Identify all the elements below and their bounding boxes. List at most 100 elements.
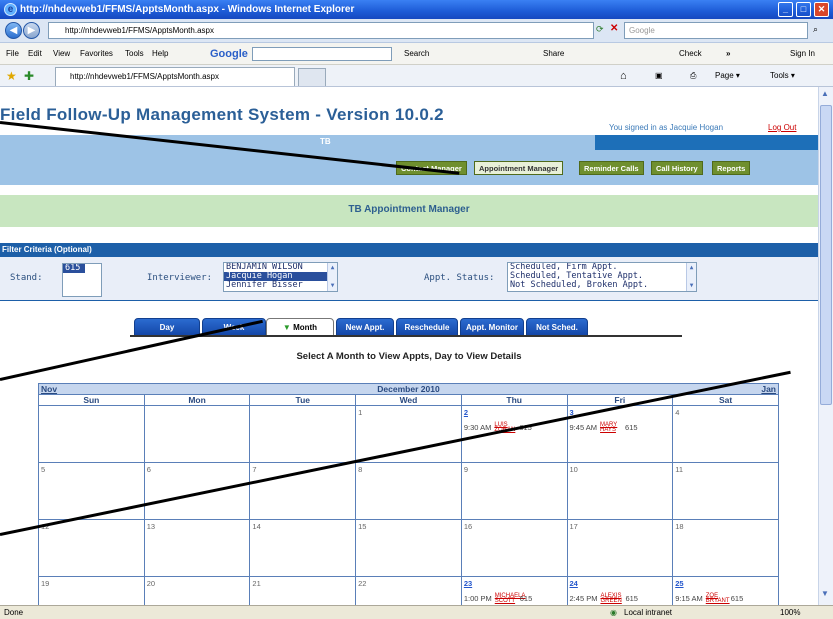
status-text: Done [4,608,24,617]
stand-option[interactable]: 615 [63,264,85,273]
appointment-entry[interactable]: 9:45 AM MARY HAYS 615 [570,422,671,433]
page-menu[interactable]: Page ▾ [715,65,740,87]
prev-month-link[interactable]: Nov [41,384,57,394]
tab-appt-monitor[interactable]: Appt. Monitor [460,318,524,336]
interviewer-scrollbar[interactable]: ▲ ▼ [327,263,337,291]
day-link[interactable]: 25 [675,579,776,588]
scroll-down-icon[interactable]: ▼ [821,589,829,598]
day-link[interactable]: 24 [570,579,671,588]
calendar-day-cell[interactable]: 10 [566,462,674,520]
calendar-day-cell[interactable]: 15 [355,519,462,577]
calendar-day-cell[interactable]: 16 [460,519,568,577]
calendar-day-cell[interactable]: 18 [672,519,779,577]
calendar-day-cell[interactable]: 19 [38,576,145,605]
calendar-day-cell[interactable]: 12 [38,519,145,577]
day-link[interactable]: 23 [464,579,565,588]
scrollbar-thumb[interactable] [820,105,832,405]
stop-icon[interactable]: ✕ [610,23,618,34]
next-month-link[interactable]: Jan [761,384,776,394]
client-name-link[interactable]: ZOE BRYANT [706,593,730,604]
logout-link[interactable]: Log Out [768,123,796,132]
appointment-entry[interactable]: 1:00 PM MICHAELA SCOTT 615 [463,593,565,604]
status-scrollbar[interactable]: ▲ ▼ [686,263,696,291]
status-option[interactable]: Not Scheduled, Broken Appt. [510,281,696,290]
tab-reschedule[interactable]: Reschedule [396,318,458,336]
calendar-day-cell[interactable]: 6 [143,462,251,520]
tab-new-appt[interactable]: New Appt. [336,318,394,336]
calendar-day-cell[interactable]: 20 [143,576,251,605]
refresh-icon[interactable]: ⟳ [596,24,604,35]
signed-in-text: You signed in as Jacquie Hogan [609,123,724,132]
calendar-day-cell[interactable]: 242:45 PMALEXIS GREEN6153:30 PMADRIANA61… [566,576,674,605]
day-number: 1 [358,408,363,417]
new-tab-button[interactable] [298,68,326,86]
tab-day[interactable]: Day [134,318,200,336]
appointment-time: 1:00 PM [463,594,492,603]
page-scrollbar[interactable]: ▲ ▼ [818,87,833,605]
interviewer-listbox[interactable]: BENJAMIN WILSON Jacquie Hogan Jennifer B… [223,262,338,292]
zoom-level[interactable]: 100% [780,606,800,619]
print-icon[interactable]: ⎙ [690,65,696,87]
calendar-day-cell[interactable]: 259:15 AMZOE BRYANT61510:00 AMADRIANA615 [672,576,779,605]
toolbar-more[interactable]: » [726,43,730,65]
calendar-day-cell[interactable] [38,405,145,463]
google-search-input[interactable] [252,47,392,61]
calendar-day-cell[interactable] [249,405,357,463]
tab-month[interactable]: ▼ Month [266,318,334,336]
calendar-day-cell[interactable]: 4 [672,405,779,463]
appt-status-listbox[interactable]: Scheduled, Firm Appt. Scheduled, Tentati… [507,262,697,292]
forward-icon[interactable]: ▶ [23,22,40,39]
calendar-day-cell[interactable]: 1 [355,405,462,463]
interviewer-option[interactable]: Jennifer Bisser [226,281,337,290]
calendar-day-cell[interactable]: 22 [355,576,462,605]
tools-menu[interactable]: Tools ▾ [770,65,795,87]
client-name-link[interactable]: ALEXIS GREEN [600,593,622,604]
nav-reminder-calls[interactable]: Reminder Calls [579,161,644,175]
scroll-up-icon[interactable]: ▲ [821,89,829,98]
client-name-link[interactable]: MICHAELA SCOTT [495,593,526,604]
home-icon[interactable]: ⌂ [620,65,627,87]
menu-favorites[interactable]: Favorites [80,43,113,65]
maximize-icon[interactable]: □ [796,2,811,17]
nav-call-history[interactable]: Call History [651,161,703,175]
close-icon[interactable]: ✕ [814,2,829,17]
window-title-bar: e http://nhdevweb1/FFMS/ApptsMonth.aspx … [0,0,833,19]
calendar-day-cell[interactable]: 13 [143,519,251,577]
add-favorite-icon[interactable]: ✚ [24,65,34,87]
calendar-day-cell[interactable]: 17 [566,519,674,577]
menu-tools[interactable]: Tools [125,43,144,65]
toolbar-signin[interactable]: Sign In [790,43,815,65]
appointment-entry[interactable]: 9:15 AM ZOE BRYANT615 [675,593,776,604]
nav-appointment-manager[interactable]: Appointment Manager [474,161,564,175]
stand-listbox[interactable]: 615 [62,263,102,297]
calendar-day-cell[interactable]: 8 [355,462,462,520]
client-name-link[interactable]: MARY HAYS [600,422,622,433]
menu-file[interactable]: File [6,43,19,65]
favorites-star-icon[interactable]: ★ [6,65,17,87]
tab-underline [130,335,682,337]
minimize-icon[interactable]: _ [778,2,793,17]
calendar-day-cell[interactable]: 5 [38,462,145,520]
feeds-icon[interactable]: ▣ [655,65,663,87]
calendar-day-cell[interactable]: 21 [249,576,357,605]
tab-not-sched[interactable]: Not Sched. [526,318,588,336]
calendar-day-cell[interactable]: 231:00 PMMICHAELA SCOTT6151:15 PMANNA615 [460,576,568,605]
appointment-entry[interactable]: 2:45 PM ALEXIS GREEN 615 [570,593,671,604]
menu-help[interactable]: Help [152,43,168,65]
calendar-day-cell[interactable]: 11 [672,462,779,520]
tab-current[interactable]: http://nhdevweb1/FFMS/ApptsMonth.aspx [55,67,295,86]
filter-header: Filter Criteria (Optional) [0,243,818,257]
calendar-day-cell[interactable] [143,405,251,463]
search-input[interactable]: Google [624,22,808,39]
address-bar[interactable]: http://nhdevweb1/FFMS/ApptsMonth.aspx [48,22,594,39]
day-link[interactable]: 2 [464,408,565,417]
nav-reports[interactable]: Reports [712,161,751,175]
app-title: Field Follow-Up Management System - Vers… [0,105,444,124]
menu-edit[interactable]: Edit [28,43,42,65]
back-icon[interactable]: ◀ [5,22,22,39]
calendar-day-cell[interactable]: 9 [460,462,568,520]
search-icon[interactable]: ⌕ [813,24,818,35]
page-heading: TB Appointment Manager [348,204,470,215]
calendar-day-cell[interactable]: 14 [249,519,357,577]
menu-view[interactable]: View [53,43,70,65]
